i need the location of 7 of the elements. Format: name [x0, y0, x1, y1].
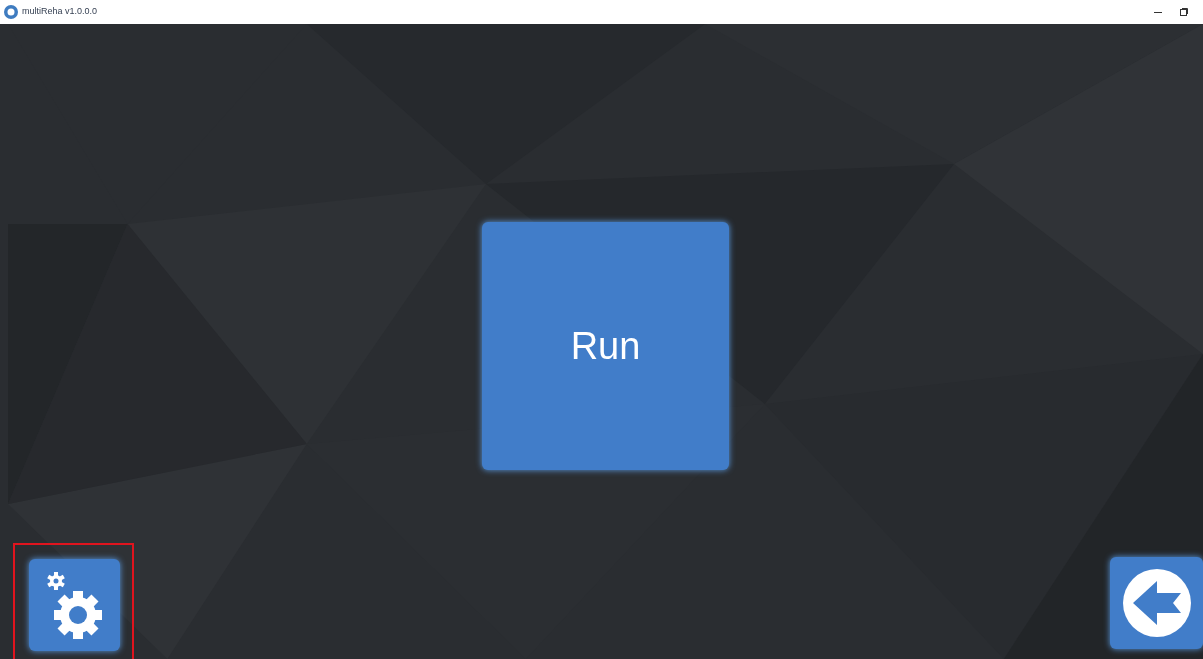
app-logo-icon — [4, 5, 18, 19]
settings-button[interactable] — [29, 559, 120, 651]
back-button[interactable] — [1110, 557, 1203, 649]
minimize-icon — [1154, 11, 1162, 13]
run-button[interactable]: Run — [482, 222, 729, 470]
restore-icon — [1180, 8, 1188, 16]
window-title: multiReha v1.0.0.0 — [22, 5, 98, 19]
